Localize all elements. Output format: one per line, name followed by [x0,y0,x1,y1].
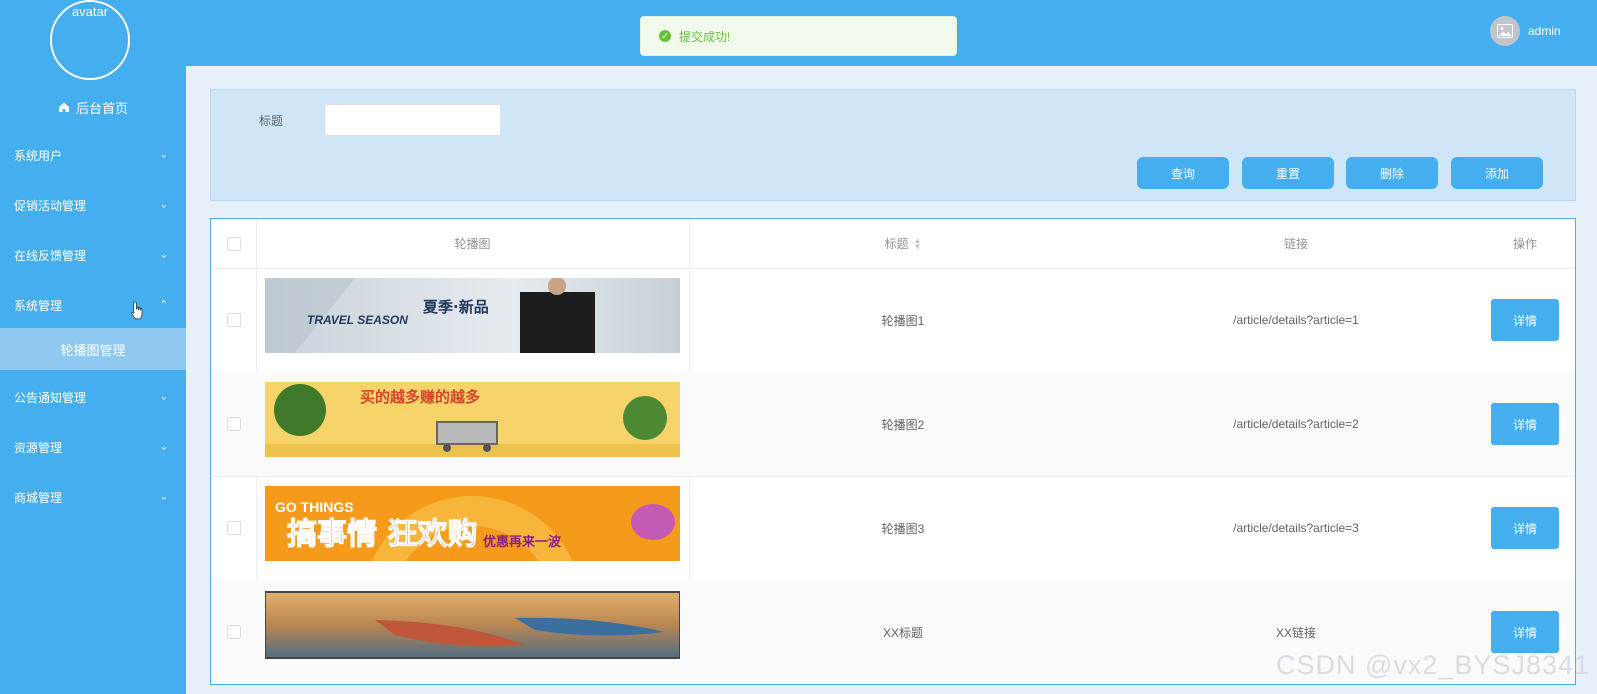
home-link[interactable]: 后台首页 [0,97,186,117]
row-link: /article/details?article=2 [1233,417,1359,431]
banner-subtext: TRAVEL SEASON [307,313,408,327]
row-link: /article/details?article=3 [1233,521,1359,535]
detail-button[interactable]: 详情 [1491,507,1559,549]
username: admin [1528,24,1561,38]
chevron-down-icon: ⌄ [159,199,168,211]
row-title: 轮播图2 [881,417,925,432]
home-icon [58,102,69,112]
banner-subtext-2: 优惠再来一波 [483,534,562,550]
menu-resources[interactable]: 资源管理 ⌄ [0,422,186,472]
menu-system-users[interactable]: 系统用户 ⌄ [0,130,186,180]
reset-button[interactable]: 重置 [1242,157,1334,189]
header-title[interactable]: 标题 ▲ ▼ [689,219,1117,268]
row-link: /article/details?article=1 [1233,313,1359,327]
chevron-down-icon: ⌄ [159,249,168,261]
menu-announcements[interactable]: 公告通知管理 ⌄ [0,372,186,422]
carousel-image: 买的越多赚的越多 [265,382,680,457]
carousel-image [265,590,680,665]
chevron-down-icon: ⌄ [159,441,168,453]
row-select-cell [211,372,256,476]
title-search-input[interactable] [324,104,501,136]
carousel-table: 轮播图 标题 ▲ ▼ 链接 操作 夏季·新品 TRAVEL SEASON 轮播图1… [210,218,1576,685]
user-menu[interactable]: admin [1490,16,1561,46]
banner-subtext: GO THINGS [275,499,354,515]
menu-label: 资源管理 [14,440,63,455]
row-action-cell: 详情 [1475,372,1575,476]
menu-label: 商城管理 [14,490,63,505]
chevron-down-icon: ⌄ [159,391,168,403]
menu-promotions[interactable]: 促销活动管理 ⌄ [0,180,186,230]
submenu-carousel-management[interactable]: 轮播图管理 [0,328,186,370]
toast-message: 提交成功! [679,29,731,44]
banner-shopping-image: 买的越多赚的越多 [265,382,680,457]
submenu-label: 轮播图管理 [60,342,126,358]
table-row: 夏季·新品 TRAVEL SEASON 轮播图1 /article/detail… [211,268,1575,373]
select-all-checkbox[interactable] [226,236,241,251]
detail-button[interactable]: 详情 [1491,611,1559,653]
carousel-image: 夏季·新品 TRAVEL SEASON [265,278,680,353]
row-title: XX标题 [882,625,923,640]
table-row: 买的越多赚的越多 轮播图2 /article/details?article=2… [211,372,1575,477]
menu-label: 系统用户 [14,148,63,163]
delete-button[interactable]: 删除 [1346,157,1438,189]
banner-sale-image: GO THINGS 搞事情 狂欢购 优惠再来一波 [265,486,680,561]
select-all-cell [211,219,256,268]
menu-label: 在线反馈管理 [14,248,87,263]
sidebar: avatar 后台首页 系统用户 ⌄ 促销活动管理 ⌄ 在线反馈管理 ⌄ 系统管… [0,0,186,694]
table-header: 轮播图 标题 ▲ ▼ 链接 操作 [211,219,1575,269]
banner-kayak-image [265,591,680,659]
check-circle-icon: ✓ [659,30,671,42]
title-filter-label: 标题 [259,114,284,128]
header-action: 操作 [1512,237,1537,251]
row-action-cell: 详情 [1475,476,1575,580]
menu-feedback[interactable]: 在线反馈管理 ⌄ [0,230,186,280]
success-toast: ✓ 提交成功! [640,16,957,56]
row-checkbox[interactable] [226,625,241,639]
detail-button[interactable]: 详情 [1491,299,1559,341]
banner-text: 买的越多赚的越多 [360,388,480,406]
home-label: 后台首页 [75,100,128,116]
banner-text: 搞事情 狂欢购 [287,517,477,552]
chevron-up-icon: ⌃ [159,299,168,311]
row-select-cell [211,476,256,580]
header-title-label: 标题 [884,237,909,251]
add-button[interactable]: 添加 [1451,157,1543,189]
table-row: GO THINGS 搞事情 狂欢购 优惠再来一波 轮播图3 /article/d… [211,476,1575,581]
banner-summer-image: 夏季·新品 TRAVEL SEASON [265,278,680,353]
avatar[interactable]: avatar [50,0,130,80]
row-checkbox[interactable] [226,417,241,431]
detail-button[interactable]: 详情 [1491,403,1559,445]
query-button[interactable]: 查询 [1137,157,1229,189]
menu-label: 促销活动管理 [14,198,87,213]
row-title: 轮播图1 [881,313,925,328]
watermark: CSDN @vx2_BYSJ8341 [1276,650,1591,680]
menu-label: 公告通知管理 [14,390,87,405]
avatar-alt-text: avatar [71,4,109,19]
row-select-cell [211,580,256,684]
user-avatar[interactable] [1490,16,1520,46]
menu-mall[interactable]: 商城管理 ⌄ [0,472,186,522]
image-placeholder-icon [1497,24,1513,38]
header-link: 链接 [1283,237,1308,251]
row-checkbox[interactable] [226,521,241,535]
banner-text: 夏季·新品 [422,298,489,316]
menu-system-management[interactable]: 系统管理 ⌃ [0,280,186,330]
chevron-down-icon: ⌄ [159,491,168,503]
chevron-down-icon: ⌄ [159,149,168,161]
header-image: 轮播图 [454,237,491,251]
row-checkbox[interactable] [226,313,241,327]
row-action-cell: 详情 [1475,268,1575,372]
sort-icon[interactable]: ▲ ▼ [914,236,922,250]
menu-label: 系统管理 [14,298,63,313]
row-title: 轮播图3 [881,521,925,536]
carousel-image: GO THINGS 搞事情 狂欢购 优惠再来一波 [265,486,680,561]
hand-cursor-icon [131,301,143,320]
row-select-cell [211,268,256,372]
search-panel: 标题 查询 重置 删除 添加 [210,89,1576,201]
